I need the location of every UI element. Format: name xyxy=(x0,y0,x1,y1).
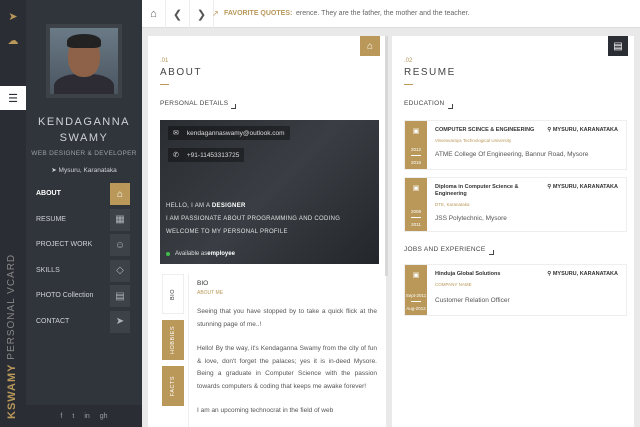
home-icon: ⌂ xyxy=(110,183,130,205)
section-number: .02 xyxy=(404,58,413,64)
quote-label: FAVORITE QUOTES: xyxy=(224,10,293,17)
chart-icon: ↗ xyxy=(212,9,219,18)
facebook-icon[interactable]: f xyxy=(60,413,62,420)
id-card-icon: ▦ xyxy=(110,208,130,231)
bio-title: BIO xyxy=(197,280,209,287)
nav-item-about[interactable]: ABOUT ⌂ xyxy=(26,183,142,205)
nav-item-label: RESUME xyxy=(36,215,66,223)
send-icon[interactable]: ➤ xyxy=(0,4,26,28)
tab-facts[interactable]: FACTS xyxy=(162,366,184,406)
tab-hobbies[interactable]: HOBBIES xyxy=(162,320,184,360)
briefcase-icon: ▣ xyxy=(412,272,420,279)
avatar xyxy=(46,24,122,98)
nav-item-label: CONTACT xyxy=(36,317,70,325)
education-card: ▣ 2008 2011 Diploma in Computer Science … xyxy=(404,177,627,232)
vertical-brand: KSWAMY PERSONAL VCARD xyxy=(6,253,18,419)
map-marker-icon: ⚲ xyxy=(547,271,552,277)
nav-item-label: SKILLS xyxy=(36,266,60,274)
chevron-right-icon[interactable]: ❯ xyxy=(190,0,214,28)
nav-item-photo-collection[interactable]: PHOTO Collection ▤ xyxy=(26,285,142,307)
status-dot xyxy=(166,252,170,256)
sidebar: KENDAGANNA SWAMY WEB DESIGNER & DEVELOPE… xyxy=(26,0,142,427)
map-marker-icon: ⚲ xyxy=(547,127,552,133)
location-arrow-icon: ➤ xyxy=(51,167,57,174)
social-links: f t in gh xyxy=(26,405,142,427)
cloud-download-icon[interactable]: ☁ xyxy=(0,28,26,52)
availability: Available as employee xyxy=(166,251,235,257)
nav-item-label: PHOTO Collection xyxy=(36,292,94,299)
nav-item-contact[interactable]: CONTACT ➤ xyxy=(26,310,142,333)
section-number: .01 xyxy=(160,58,169,64)
jobs-heading: JOBS AND EXPERIENCE xyxy=(404,246,494,255)
section-title: RESUME xyxy=(404,67,456,78)
home-icon[interactable]: ⌂ xyxy=(360,36,380,56)
job-card: ▣ Sept-2011 Aug-2012 Hinduja Global Solu… xyxy=(404,264,627,316)
github-icon[interactable]: gh xyxy=(100,413,108,420)
scrollbar[interactable] xyxy=(385,36,388,276)
resume-panel: ▤ .02 RESUME EDUCATION ▣ 2012 2016 COMPU… xyxy=(392,36,634,427)
settings-sliders-icon[interactable]: ☰ xyxy=(0,86,26,110)
quote-text: erence. They are the father, the mother … xyxy=(296,10,470,17)
diamond-icon: ◇ xyxy=(110,259,130,282)
users-icon: ☺ xyxy=(110,234,130,256)
nav-item-label: PROJECT WORK xyxy=(36,241,93,248)
personal-details-heading: PERSONAL DETAILS xyxy=(160,100,237,109)
welcome-line: WELCOME TO MY PERSONAL PROFILE xyxy=(166,229,288,235)
linkedin-icon[interactable]: in xyxy=(84,413,89,420)
profile-location: ➤ Mysuru, Karanataka xyxy=(51,167,117,174)
profile-role: WEB DESIGNER & DEVELOPER xyxy=(31,150,137,157)
graduation-cap-icon: ▣ xyxy=(412,185,420,192)
phone-icon: ✆ xyxy=(173,152,179,159)
education-card: ▣ 2012 2016 COMPUTER SCINCE & ENGINEERIN… xyxy=(404,120,627,170)
profile-name: KENDAGANNA SWAMY xyxy=(37,116,131,144)
phone-row[interactable]: ✆ +91-11453313725 xyxy=(168,148,245,162)
envelope-icon: ✉ xyxy=(173,130,179,137)
tab-bio[interactable]: BIO xyxy=(162,274,184,314)
id-card-icon[interactable]: ▤ xyxy=(608,36,628,56)
about-panel: ⌂ .01 ABOUT PERSONAL DETAILS ✉ kendaganna… xyxy=(148,36,386,427)
about-card: ✉ kendagannaswamy@outlook.com ✆ +91-114533… xyxy=(160,120,379,264)
twitter-icon[interactable]: t xyxy=(72,413,74,420)
graduation-cap-icon: ▣ xyxy=(412,128,420,135)
top-bar: ⌂ ❮ ❯ ↗ FAVORITE QUOTES: erence. They ar… xyxy=(142,0,640,28)
email-row[interactable]: ✉ kendagannaswamy@outlook.com xyxy=(168,126,290,140)
icon-strip: ➤ ☁ ☰ KSWAMY PERSONAL VCARD xyxy=(0,0,26,427)
nav-item-label: ABOUT xyxy=(36,190,61,197)
bio-text: Seeing that you have stopped by to take … xyxy=(197,308,377,414)
passion-line: I AM PASSIONATE ABOUT PROGRAMMING AND CO… xyxy=(166,216,341,222)
nav-item-project-work[interactable]: PROJECT WORK ☺ xyxy=(26,234,142,256)
chevron-left-icon[interactable]: ❮ xyxy=(166,0,190,28)
bio-content: BIO ABOUT ME Seeing that you have stoppe… xyxy=(188,274,380,427)
send-icon: ➤ xyxy=(110,310,130,333)
archive-icon: ▤ xyxy=(110,285,130,307)
home-icon[interactable]: ⌂ xyxy=(142,0,166,28)
map-marker-icon: ⚲ xyxy=(547,184,552,190)
section-title: ABOUT xyxy=(160,67,202,78)
bio-subtitle: ABOUT ME xyxy=(197,290,224,296)
nav-item-skills[interactable]: SKILLS ◇ xyxy=(26,259,142,282)
hello-line: HELLO, I AM A DESIGNER xyxy=(166,203,246,209)
education-heading: EDUCATION xyxy=(404,100,452,109)
nav-item-resume[interactable]: RESUME ▦ xyxy=(26,208,142,231)
